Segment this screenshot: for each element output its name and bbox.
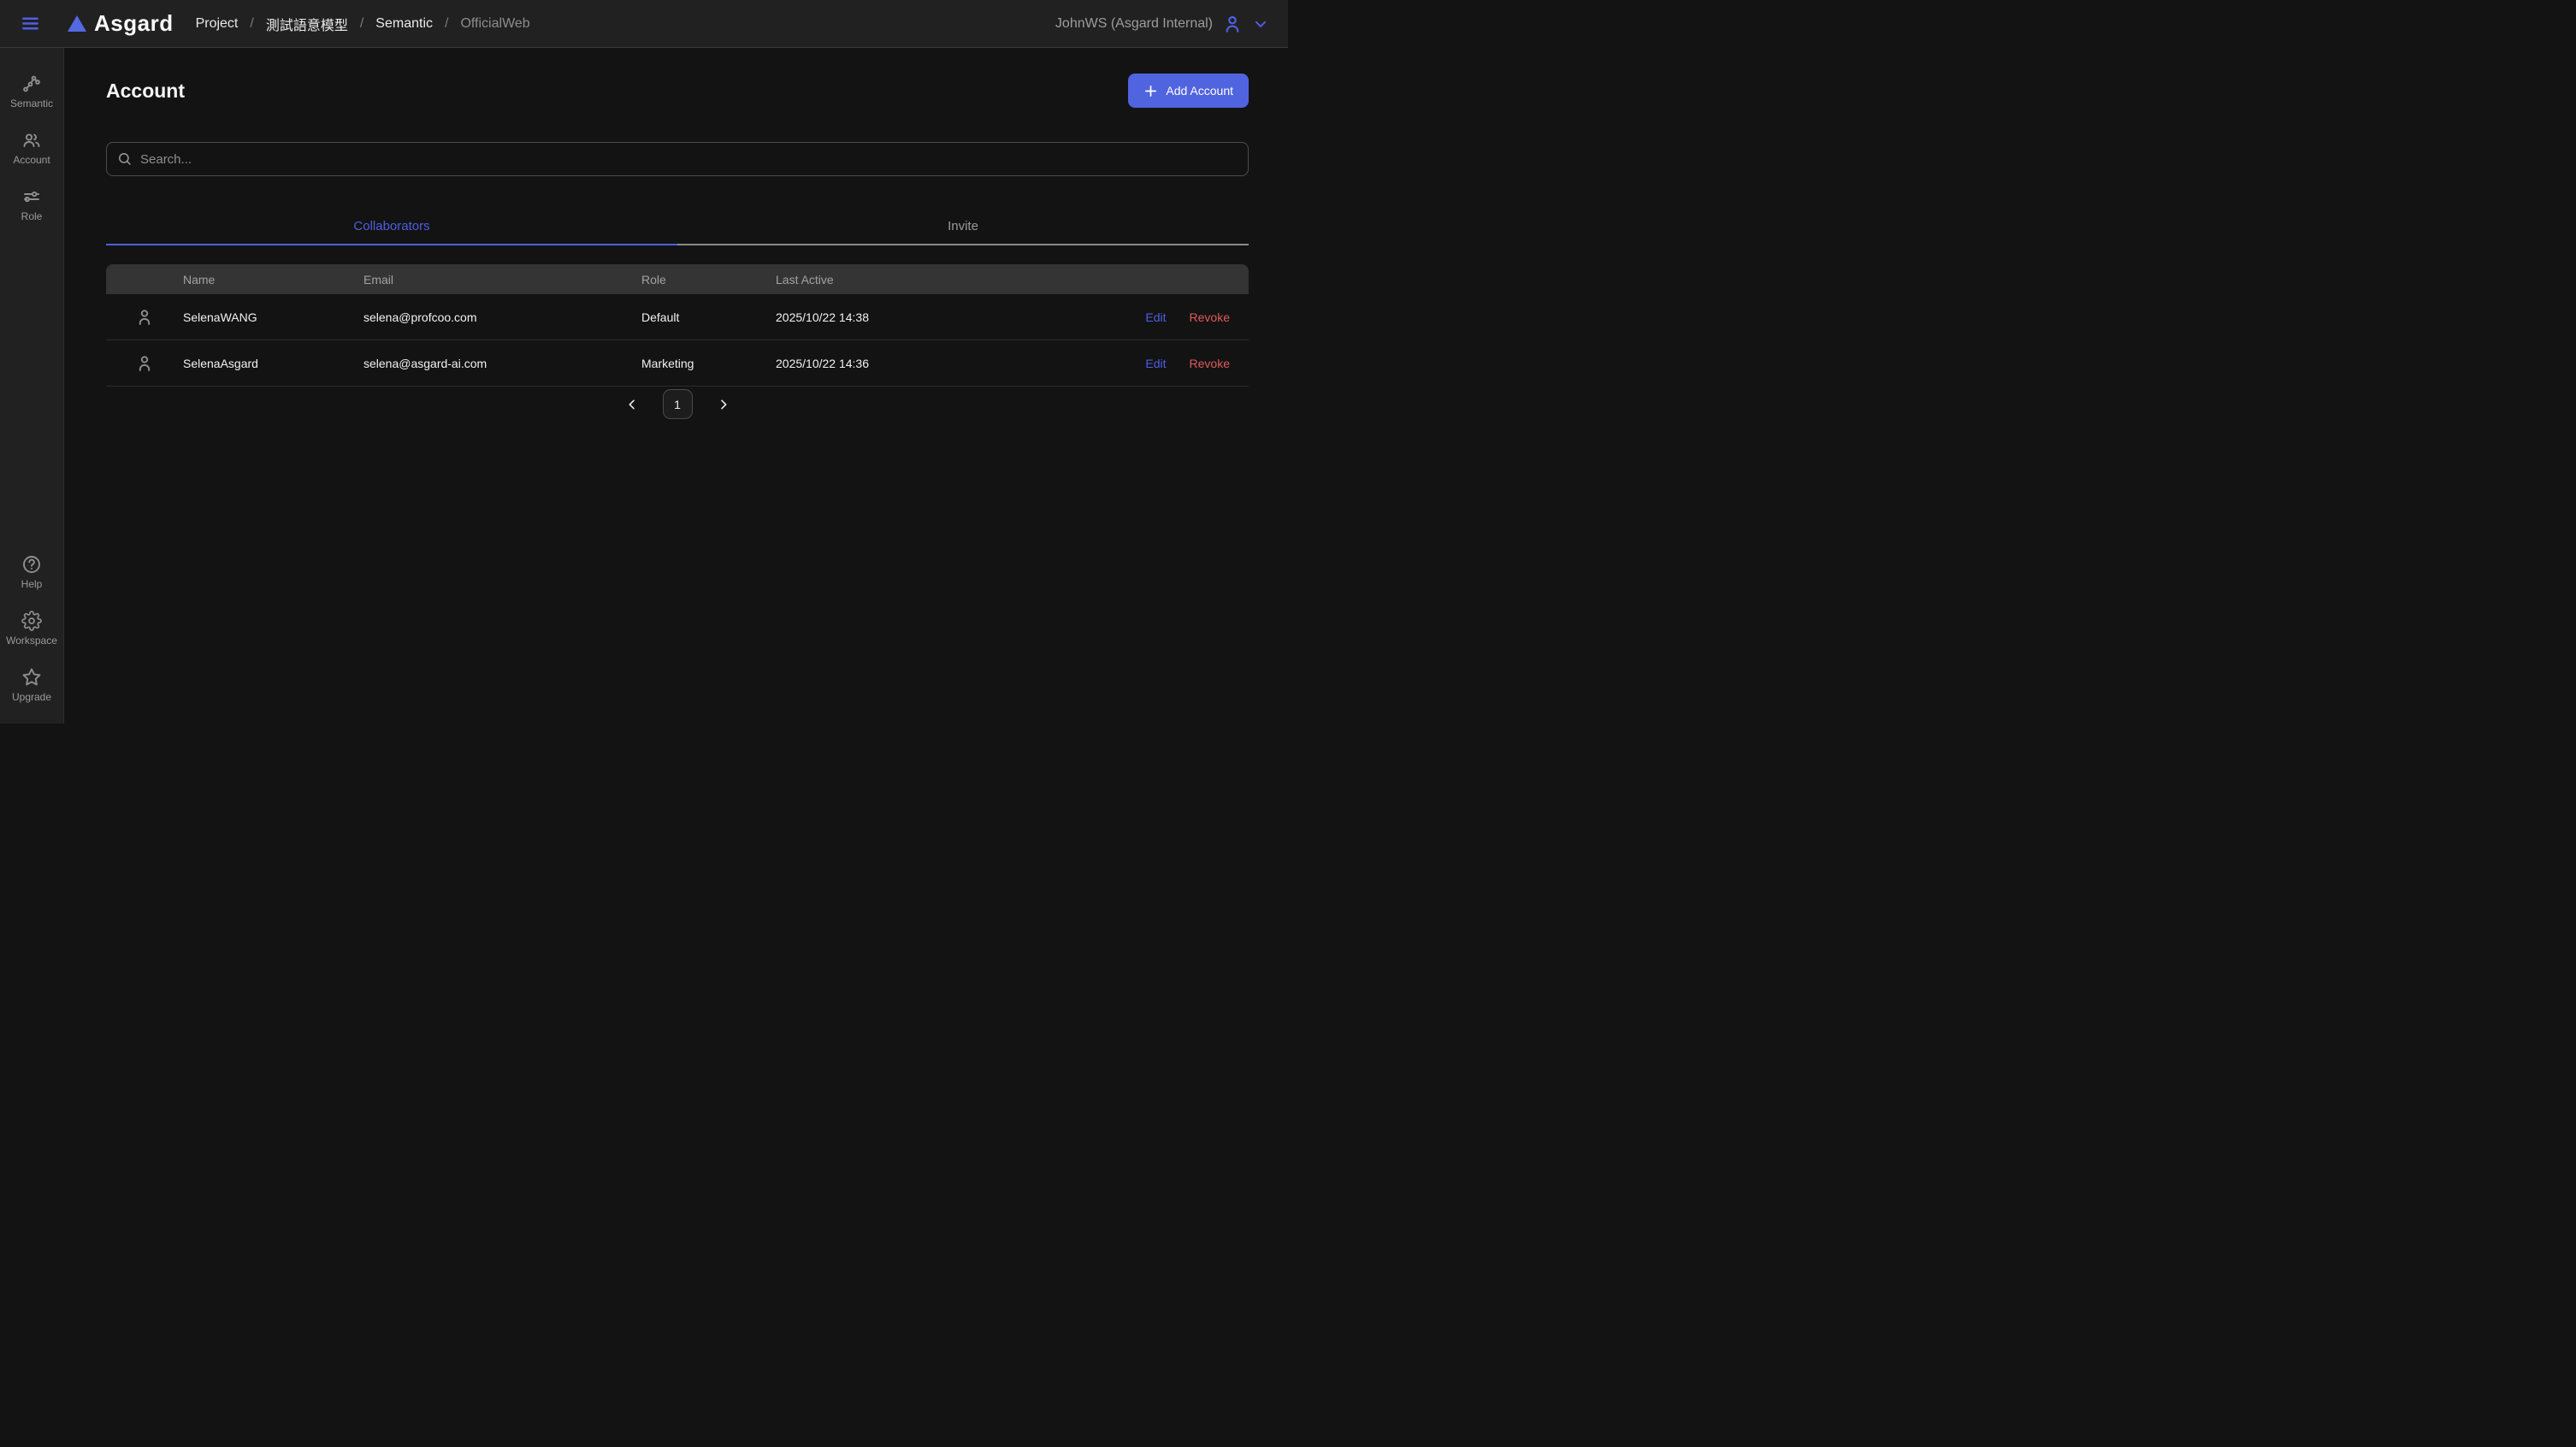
star-icon xyxy=(21,667,42,688)
breadcrumb-separator: / xyxy=(360,16,363,32)
user-avatar-icon xyxy=(106,307,183,328)
search-box[interactable] xyxy=(106,142,1249,176)
add-account-button[interactable]: Add Account xyxy=(1128,74,1249,108)
search-input[interactable] xyxy=(140,152,1238,167)
sidebar-bottom-group: Help Workspace Upgrade xyxy=(0,547,63,717)
page-header: Account Add Account xyxy=(106,74,1249,108)
sliders-icon xyxy=(21,186,42,207)
help-circle-icon xyxy=(21,554,42,575)
breadcrumb-item-officialweb: OfficialWeb xyxy=(460,16,529,32)
cell-name: SelenaWANG xyxy=(183,310,363,324)
tabs: Collaborators Invite xyxy=(106,210,1249,245)
breadcrumb-separator: / xyxy=(250,16,253,32)
column-header-email: Email xyxy=(363,273,641,286)
search-icon xyxy=(117,151,133,167)
sidebar-item-label: Account xyxy=(13,154,50,166)
app-logo[interactable]: Asgard xyxy=(68,10,174,37)
sidebar-item-label: Workspace xyxy=(6,635,57,647)
sidebar-item-role[interactable]: Role xyxy=(0,180,63,229)
user-label: JohnWS (Asgard Internal) xyxy=(1055,16,1213,32)
cell-last-active: 2025/10/22 14:38 xyxy=(776,310,1107,324)
sidebar-item-account[interactable]: Account xyxy=(0,123,63,173)
sidebar: Semantic Account Role Help xyxy=(0,48,64,724)
user-avatar-icon[interactable] xyxy=(1221,13,1244,35)
revoke-link[interactable]: Revoke xyxy=(1190,310,1230,324)
cell-role: Marketing xyxy=(641,357,776,370)
breadcrumb-item-project[interactable]: Project xyxy=(196,16,239,32)
cell-actions: Edit Revoke xyxy=(1107,357,1249,370)
sidebar-item-workspace[interactable]: Workspace xyxy=(0,604,63,653)
breadcrumb-item-semantic[interactable]: Semantic xyxy=(375,16,433,32)
column-header-name: Name xyxy=(183,273,363,286)
sidebar-item-help[interactable]: Help xyxy=(0,547,63,597)
edit-link[interactable]: Edit xyxy=(1145,310,1166,324)
sidebar-top-group: Semantic Account Role xyxy=(0,67,63,236)
table-row: SelenaAsgard selena@asgard-ai.com Market… xyxy=(106,340,1249,387)
chevron-down-icon[interactable] xyxy=(1252,15,1269,32)
cell-email: selena@asgard-ai.com xyxy=(363,357,641,370)
page-title: Account xyxy=(106,80,185,103)
add-account-button-label: Add Account xyxy=(1166,84,1233,97)
people-icon xyxy=(21,130,42,151)
cell-actions: Edit Revoke xyxy=(1107,310,1249,324)
sidebar-item-label: Role xyxy=(21,210,43,222)
triangle-logo-icon xyxy=(68,15,86,32)
cell-last-active: 2025/10/22 14:36 xyxy=(776,357,1107,370)
sidebar-item-label: Semantic xyxy=(10,97,53,109)
breadcrumb-separator: / xyxy=(445,16,448,32)
sidebar-item-upgrade[interactable]: Upgrade xyxy=(0,660,63,710)
cell-role: Default xyxy=(641,310,776,324)
main-content: Account Add Account Collaborators Invite… xyxy=(64,48,1288,724)
logo-text: Asgard xyxy=(94,10,174,37)
hamburger-menu-icon[interactable] xyxy=(21,14,40,33)
table-row: SelenaWANG selena@profcoo.com Default 20… xyxy=(106,294,1249,340)
cell-name: SelenaAsgard xyxy=(183,357,363,370)
sidebar-item-semantic[interactable]: Semantic xyxy=(0,67,63,116)
chevron-left-icon[interactable] xyxy=(622,394,642,415)
cell-email: selena@profcoo.com xyxy=(363,310,641,324)
plus-icon xyxy=(1143,84,1158,98)
sidebar-item-label: Upgrade xyxy=(12,691,51,703)
pagination: 1 xyxy=(106,389,1249,419)
edit-link[interactable]: Edit xyxy=(1145,357,1166,370)
graph-icon xyxy=(21,74,42,94)
accounts-table: Name Email Role Last Active SelenaWANG s… xyxy=(106,264,1249,387)
page-number[interactable]: 1 xyxy=(663,389,693,419)
topbar-user-area: JohnWS (Asgard Internal) xyxy=(1055,13,1269,35)
tab-invite[interactable]: Invite xyxy=(677,210,1249,245)
table-header-row: Name Email Role Last Active xyxy=(106,264,1249,294)
breadcrumb-item-model[interactable]: 測試語意模型 xyxy=(266,14,348,34)
chevron-right-icon[interactable] xyxy=(713,394,734,415)
user-avatar-icon xyxy=(106,353,183,374)
revoke-link[interactable]: Revoke xyxy=(1190,357,1230,370)
sidebar-item-label: Help xyxy=(21,578,43,590)
gear-icon xyxy=(21,611,42,631)
app-root: Asgard Project / 測試語意模型 / Semantic / Off… xyxy=(0,0,1288,724)
breadcrumb: Project / 測試語意模型 / Semantic / OfficialWe… xyxy=(196,14,530,34)
tab-collaborators[interactable]: Collaborators xyxy=(106,210,677,245)
column-header-last-active: Last Active xyxy=(776,273,1107,286)
column-header-role: Role xyxy=(641,273,776,286)
topbar: Asgard Project / 測試語意模型 / Semantic / Off… xyxy=(0,0,1288,48)
